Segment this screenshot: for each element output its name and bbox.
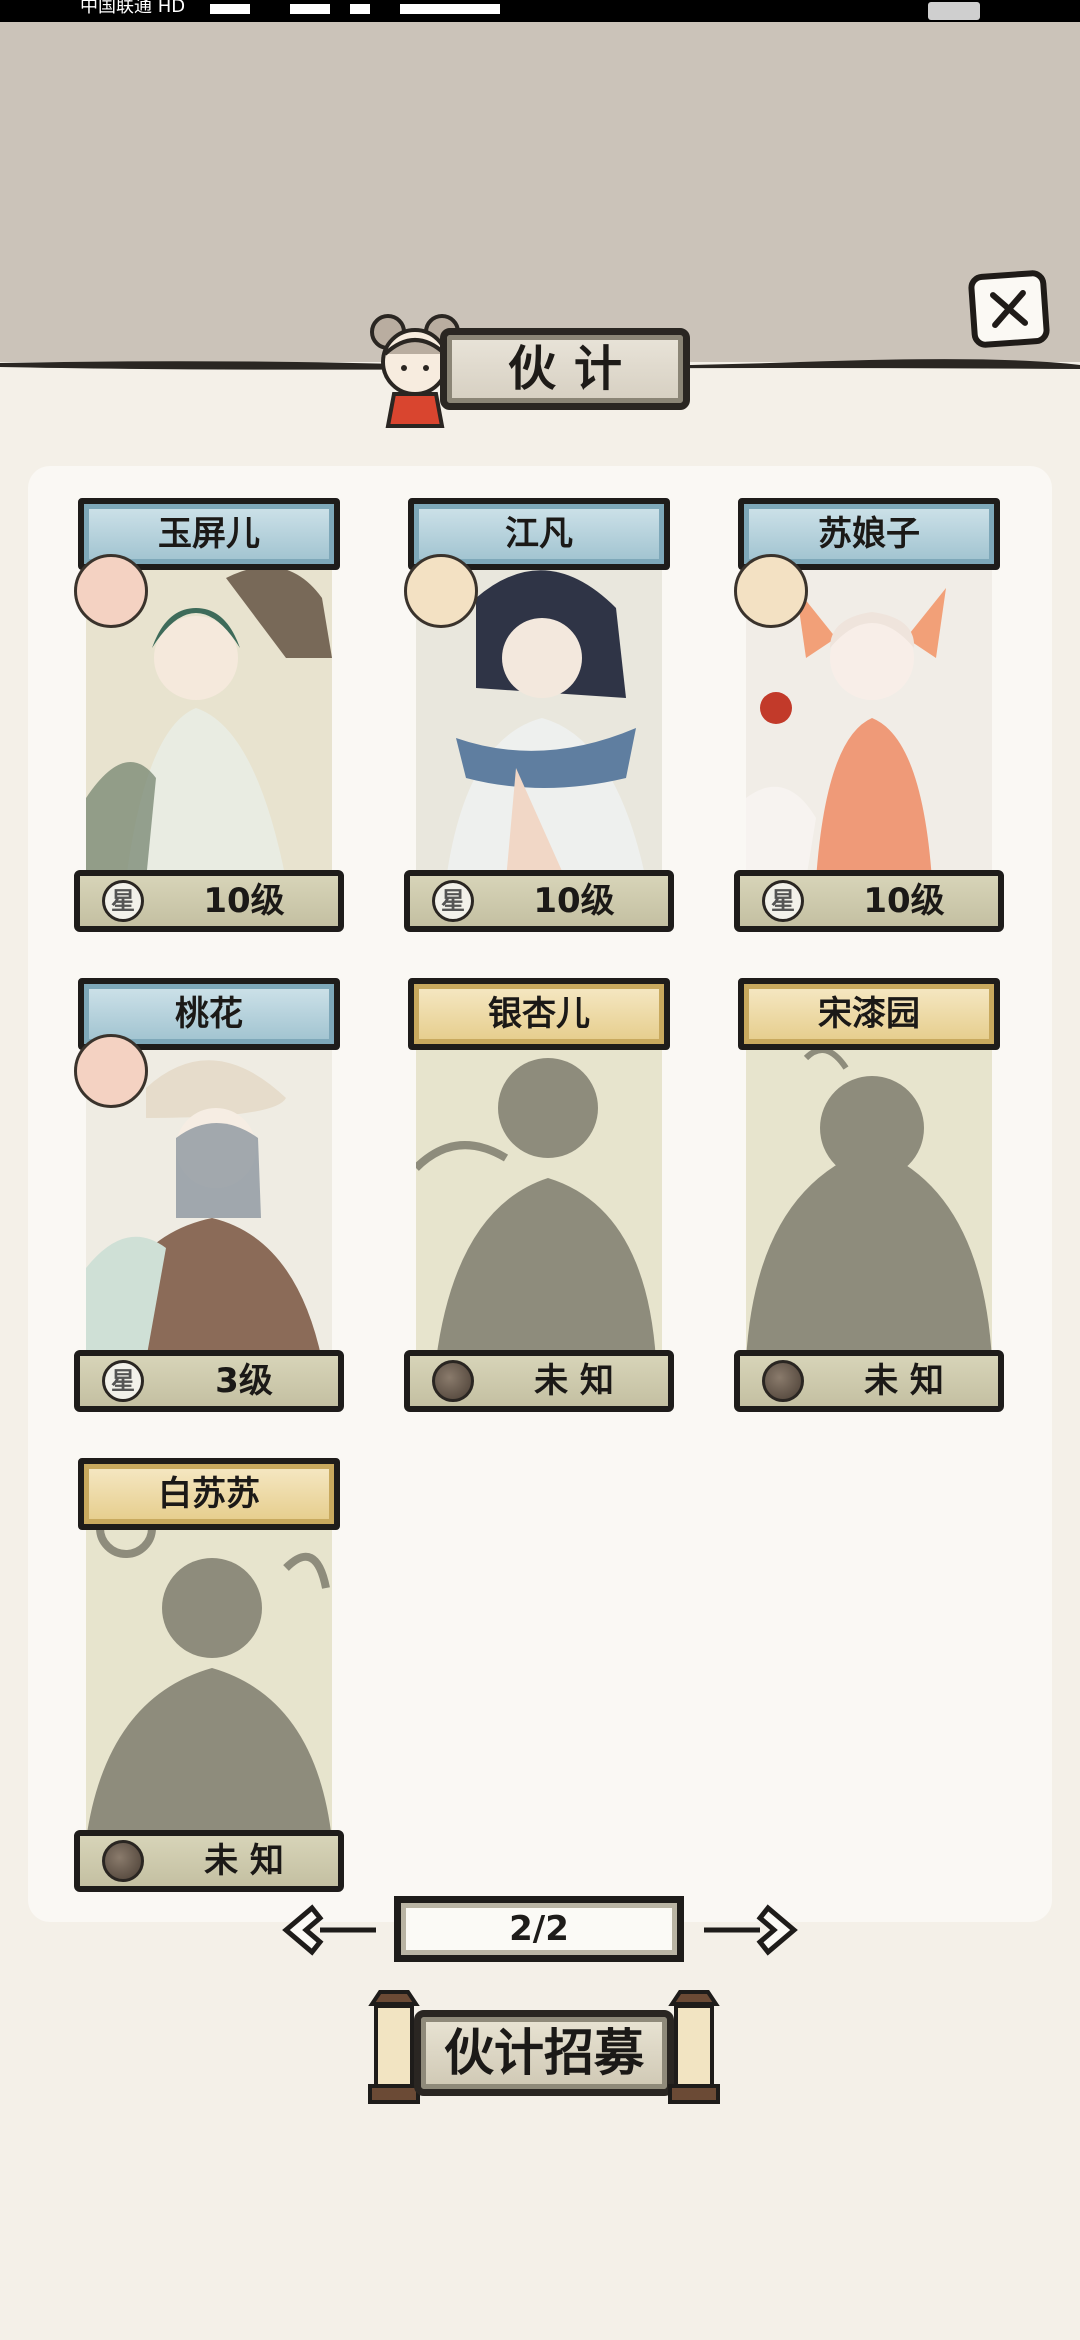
close-icon xyxy=(989,289,1029,329)
partner-level-bar: 未 知 xyxy=(74,1830,344,1892)
star-emblem-icon: 星 xyxy=(762,880,804,922)
partner-name: 白苏苏 xyxy=(158,1474,260,1514)
star-emblem-icon: 星 xyxy=(102,1360,144,1402)
carrier-label: 中国联通 HD xyxy=(80,0,186,17)
locked-silhouette xyxy=(416,1018,662,1360)
partner-level: 10级 xyxy=(533,881,615,921)
title-plaque: 伙计 xyxy=(360,314,700,428)
recruit-label: 伙计招募 xyxy=(444,2024,644,2082)
partner-level-bar: 星 10级 xyxy=(74,870,344,932)
partner-level: 10级 xyxy=(203,881,285,921)
partner-card[interactable]: 桃花 星 3级 xyxy=(74,978,344,1418)
partner-level-bar: 未 知 xyxy=(404,1350,674,1412)
locked-orb-icon xyxy=(102,1840,144,1882)
partner-name: 宋漆园 xyxy=(818,994,920,1034)
recruit-button[interactable]: 伙计招募 xyxy=(366,1990,722,2106)
star-emblem-icon: 星 xyxy=(102,880,144,922)
locked-silhouette xyxy=(746,1018,992,1360)
partner-name-bar: 宋漆园 xyxy=(738,978,1000,1050)
locked-silhouette xyxy=(86,1498,332,1840)
pagination: 2/2 xyxy=(280,1896,800,1968)
partner-level: 未 知 xyxy=(864,1361,944,1401)
partner-level-bar: 星 3级 xyxy=(74,1350,344,1412)
page-title: 伙计 xyxy=(507,341,640,397)
partner-name-bar: 白苏苏 xyxy=(78,1458,340,1530)
happy-face-icon xyxy=(74,1034,148,1108)
page-indicator: 2/2 xyxy=(509,1909,569,1949)
partner-level-bar: 星 10级 xyxy=(734,870,1004,932)
prev-page-arrow-icon[interactable] xyxy=(280,1902,380,1958)
partner-name-bar: 银杏儿 xyxy=(408,978,670,1050)
neutral-face-icon xyxy=(734,554,808,628)
partner-card[interactable]: 江凡 星 10级 xyxy=(404,498,674,938)
partner-level-bar: 未 知 xyxy=(734,1350,1004,1412)
partner-grid-panel: 玉屏儿 星 10级 江凡 星 10级 苏娘子 星 10级 桃花 星 3级 银杏儿… xyxy=(28,466,1052,1922)
partner-level: 10级 xyxy=(863,881,945,921)
locked-orb-icon xyxy=(762,1360,804,1402)
partner-name: 银杏儿 xyxy=(488,994,590,1034)
partner-card[interactable]: 玉屏儿 星 10级 xyxy=(74,498,344,938)
lantern-icon xyxy=(668,1990,720,2104)
partner-card-locked[interactable]: 银杏儿 未 知 xyxy=(404,978,674,1418)
battery-icon xyxy=(928,2,980,20)
partner-level: 未 知 xyxy=(534,1361,614,1401)
star-emblem-icon: 星 xyxy=(432,880,474,922)
partner-card[interactable]: 苏娘子 星 10级 xyxy=(734,498,1004,938)
locked-orb-icon xyxy=(432,1360,474,1402)
partner-level-bar: 星 10级 xyxy=(404,870,674,932)
partner-level: 未 知 xyxy=(204,1841,284,1881)
status-bar: 中国联通 HD xyxy=(0,0,1080,22)
partner-level: 3级 xyxy=(215,1361,273,1401)
top-backdrop xyxy=(0,22,1080,362)
partner-card-locked[interactable]: 宋漆园 未 知 xyxy=(734,978,1004,1418)
next-page-arrow-icon[interactable] xyxy=(700,1902,800,1958)
neutral-face-icon xyxy=(404,554,478,628)
partner-card-locked[interactable]: 白苏苏 未 知 xyxy=(74,1458,344,1898)
happy-face-icon xyxy=(74,554,148,628)
signal-icons xyxy=(210,4,500,14)
close-button[interactable] xyxy=(967,269,1051,349)
